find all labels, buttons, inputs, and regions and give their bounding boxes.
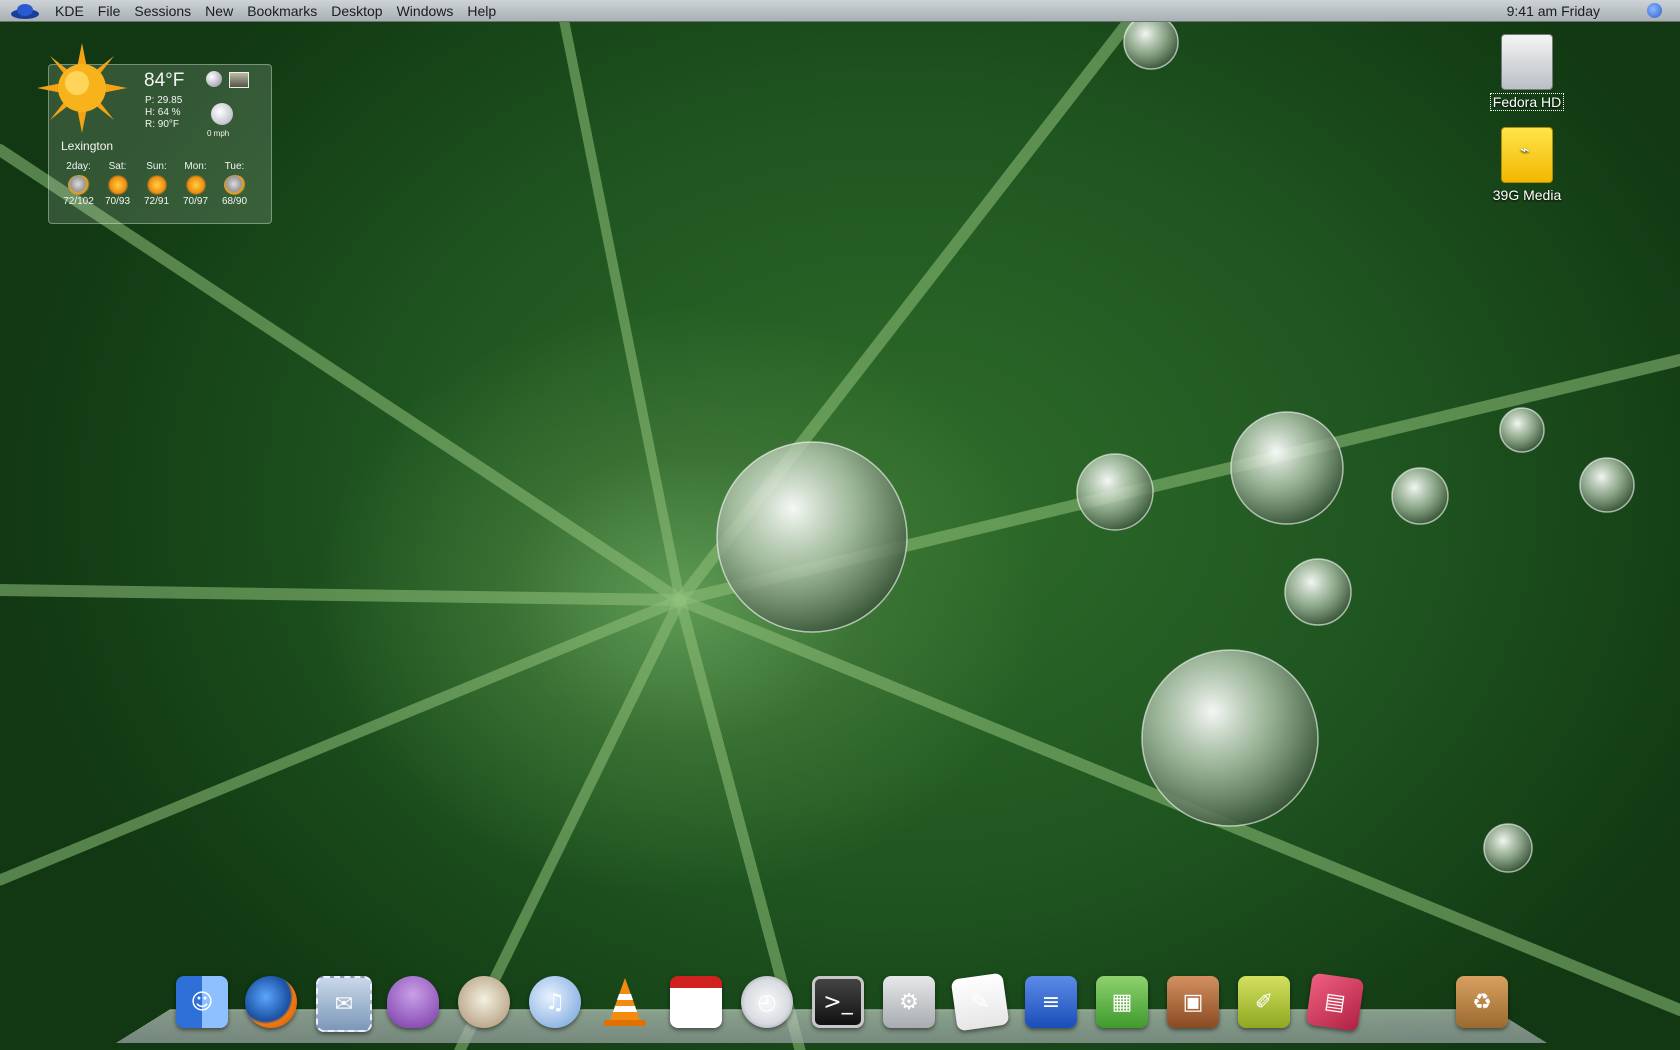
sun-weather-icon — [37, 43, 127, 133]
openoffice-calc-icon[interactable]: ▦ — [1096, 976, 1148, 1028]
firefox-icon[interactable] — [245, 976, 297, 1028]
desktop-icon-fedora-hd[interactable]: Fedora HD — [1482, 34, 1572, 111]
dock: ☺ ✉ ♫ 10 ◴ >_ ⚙ ✎ ≡ ▦ ▣ ✐ ▤ ♻ — [176, 972, 1516, 1036]
wind-icon — [211, 103, 233, 125]
finder-icon[interactable]: ☺ — [176, 976, 228, 1028]
menu-bookmarks[interactable]: Bookmarks — [240, 3, 324, 19]
forecast-day-label: Sun: — [146, 161, 167, 172]
desktop-icon-39g-media[interactable]: 39G Media — [1482, 127, 1572, 203]
forecast-temps: 72/91 — [143, 196, 170, 207]
partly-cloudy-icon — [184, 175, 207, 195]
search-icon[interactable] — [1647, 3, 1662, 18]
water-drop — [1284, 558, 1352, 626]
desktop-icon-label: 39G Media — [1492, 187, 1562, 203]
vlc-icon[interactable] — [599, 976, 651, 1028]
menu-windows[interactable]: Windows — [390, 3, 461, 19]
forecast-day: Sun: 72/91 — [137, 161, 176, 207]
terminal-icon[interactable]: >_ — [812, 976, 864, 1028]
trash-icon[interactable]: ♻ — [1456, 976, 1508, 1028]
openoffice-draw-icon[interactable]: ✐ — [1238, 976, 1290, 1028]
forecast-day-label: Sat: — [108, 161, 127, 172]
openoffice-writer-icon[interactable]: ≡ — [1025, 976, 1077, 1028]
calendar-icon[interactable]: 10 — [670, 976, 722, 1028]
mail-icon[interactable]: ✉ — [316, 976, 372, 1032]
menu-items: KDE File Sessions New Bookmarks Desktop … — [55, 3, 503, 19]
clock-icon[interactable]: ◴ — [741, 976, 793, 1028]
gimp-icon[interactable] — [458, 976, 510, 1028]
storm-icon — [67, 175, 90, 195]
humidity: H: 64 % — [145, 107, 181, 118]
forecast-row: 2day: 72/102 Sat: 70/93 Sun: 72/91 Mon: … — [59, 161, 254, 207]
forecast-day: Mon: 70/97 — [176, 161, 215, 207]
pidgin-icon[interactable] — [387, 976, 439, 1028]
top-menu-bar: KDE File Sessions New Bookmarks Desktop … — [0, 0, 1680, 22]
weather-widget[interactable]: 84°F P: 29.85 H: 64 % R: 90°F 0 mph Lexi… — [37, 43, 272, 224]
menu-desktop[interactable]: Desktop — [324, 3, 389, 19]
water-drop — [1076, 453, 1154, 531]
storm-icon — [223, 175, 246, 195]
menu-sessions[interactable]: Sessions — [127, 3, 198, 19]
water-drop — [1483, 823, 1533, 873]
menu-help[interactable]: Help — [460, 3, 503, 19]
water-drop — [1141, 649, 1319, 827]
city-name: Lexington — [61, 139, 114, 153]
desktop-icon-label: Fedora HD — [1489, 93, 1565, 111]
sun-icon — [106, 175, 129, 195]
partly-cloudy-icon — [145, 175, 168, 195]
forecast-temps: 70/93 — [104, 196, 131, 207]
forecast-day-label: Tue: — [224, 161, 245, 172]
water-drop — [1230, 411, 1344, 525]
menubar-clock[interactable]: 9:41 am Friday — [1507, 3, 1600, 19]
water-drop — [1123, 14, 1179, 70]
photo-icon[interactable] — [229, 72, 249, 88]
globe-icon[interactable] — [206, 71, 222, 87]
menu-kde[interactable]: KDE — [55, 3, 91, 19]
hard-drive-icon — [1501, 34, 1553, 90]
fedora-hat-icon[interactable] — [10, 2, 40, 20]
forecast-day-label: 2day: — [66, 161, 91, 172]
menu-new[interactable]: New — [198, 3, 240, 19]
forecast-day: Tue: 68/90 — [215, 161, 254, 207]
wind-speed: 0 mph — [207, 129, 230, 138]
pressure: P: 29.85 — [145, 95, 183, 106]
weather-stats: P: 29.85 H: 64 % R: 90°F — [145, 95, 182, 131]
openoffice-impress-icon[interactable]: ▣ — [1167, 976, 1219, 1028]
current-temperature: 84°F — [144, 70, 185, 91]
water-drop — [1391, 467, 1449, 525]
water-drop — [716, 441, 908, 633]
package-manager-icon[interactable]: ▤ — [1305, 972, 1365, 1032]
water-drop — [1499, 407, 1545, 453]
system-settings-icon[interactable]: ⚙ — [883, 976, 935, 1028]
vlc-cone — [604, 978, 646, 1026]
itunes-icon[interactable]: ♫ — [529, 976, 581, 1028]
calendar-day: 10 — [680, 995, 712, 1021]
feels-like: R: 90°F — [145, 119, 180, 130]
forecast-temps: 70/97 — [182, 196, 209, 207]
forecast-day-label: Mon: — [184, 161, 207, 172]
forecast-temps: 68/90 — [221, 196, 248, 207]
menu-file[interactable]: File — [91, 3, 128, 19]
forecast-temps: 72/102 — [63, 196, 94, 207]
water-drop — [1579, 457, 1635, 513]
forecast-day: 2day: 72/102 — [59, 161, 98, 207]
usb-drive-icon — [1501, 127, 1553, 183]
text-editor-icon[interactable]: ✎ — [950, 972, 1010, 1032]
forecast-day: Sat: 70/93 — [98, 161, 137, 207]
